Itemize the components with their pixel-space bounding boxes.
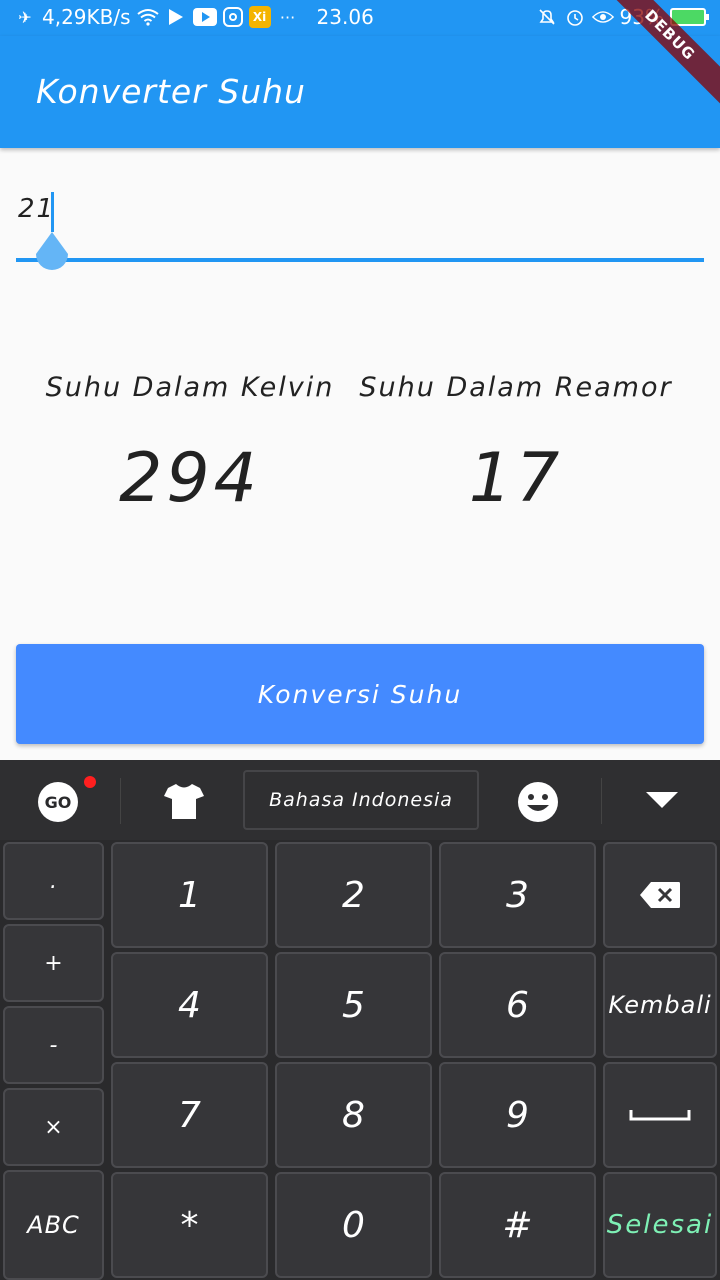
hide-keyboard-icon[interactable] [646, 792, 678, 810]
youtube-icon [192, 8, 217, 26]
notification-dot [84, 776, 96, 788]
xiaomi-icon: Xi [248, 6, 271, 28]
text-cursor [51, 192, 54, 232]
key-5[interactable]: 5 [275, 952, 432, 1058]
key-3[interactable]: 3 [439, 842, 596, 948]
status-bar-left: ✈ 4,29KB/s Xi ··· 23.06 [14, 5, 374, 29]
key-star[interactable]: * [111, 1172, 268, 1278]
page-title: Konverter Suhu [36, 72, 306, 111]
reamur-result: Suhu Dalam Reamor 17 [356, 372, 676, 518]
eye-icon [591, 6, 614, 28]
cursor-handle[interactable] [30, 232, 74, 280]
mute-icon [536, 6, 558, 28]
key-back[interactable]: Kembali [603, 952, 717, 1058]
convert-button[interactable]: Konversi Suhu [16, 644, 704, 744]
key-6[interactable]: 6 [439, 952, 596, 1058]
key-4[interactable]: 4 [111, 952, 268, 1058]
key-0[interactable]: 0 [275, 1172, 432, 1278]
more-dots-icon: ··· [279, 7, 296, 27]
key-1[interactable]: 1 [111, 842, 268, 948]
kelvin-label: Suhu Dalam Kelvin [45, 372, 335, 403]
key-7[interactable]: 7 [111, 1062, 268, 1168]
key-dot[interactable]: . [3, 842, 104, 920]
reamur-value: 17 [468, 439, 564, 518]
status-time: 23.06 [316, 5, 374, 29]
network-speed: 4,29KB/s [42, 5, 131, 29]
key-abc[interactable]: ABC [3, 1170, 104, 1280]
key-hash[interactable]: # [439, 1172, 596, 1278]
kelvin-value: 294 [119, 439, 261, 518]
input-value: 21 [18, 194, 56, 224]
play-store-icon [165, 6, 187, 28]
go-keyboard-icon[interactable]: GO [38, 782, 78, 822]
key-done[interactable]: Selesai [603, 1172, 717, 1278]
wifi-icon [136, 6, 159, 28]
airplane-icon: ✈ [18, 7, 32, 27]
key-times[interactable]: × [3, 1088, 104, 1166]
status-bar: ✈ 4,29KB/s Xi ··· 23.06 93% [0, 0, 720, 36]
status-bar-right: 93% [536, 5, 709, 29]
kelvin-result: Suhu Dalam Kelvin 294 [30, 372, 350, 518]
app-bar: Konverter Suhu [0, 36, 720, 148]
language-selector[interactable]: Bahasa Indonesia [243, 770, 479, 830]
input-underline [16, 258, 704, 262]
emoji-icon[interactable] [517, 781, 559, 823]
keyboard-toolbar: GO Bahasa Indonesia [0, 760, 720, 840]
key-2[interactable]: 2 [275, 842, 432, 948]
key-9[interactable]: 9 [439, 1062, 596, 1168]
backspace-icon [640, 882, 680, 908]
numeric-keyboard: GO Bahasa Indonesia . + - × ABC 1 2 3 4 … [0, 760, 720, 1280]
key-space[interactable] [603, 1062, 717, 1168]
key-plus[interactable]: + [3, 924, 104, 1002]
toolbar-divider [120, 778, 121, 824]
theme-shirt-icon[interactable] [164, 782, 204, 820]
instagram-icon [222, 7, 243, 27]
reamur-label: Suhu Dalam Reamor [359, 372, 673, 403]
key-minus[interactable]: - [3, 1006, 104, 1084]
space-icon [629, 1110, 691, 1121]
toolbar-divider [601, 778, 602, 824]
alarm-icon [564, 6, 586, 28]
key-8[interactable]: 8 [275, 1062, 432, 1168]
key-backspace[interactable] [603, 842, 717, 948]
temperature-input[interactable]: 21 [16, 190, 704, 270]
